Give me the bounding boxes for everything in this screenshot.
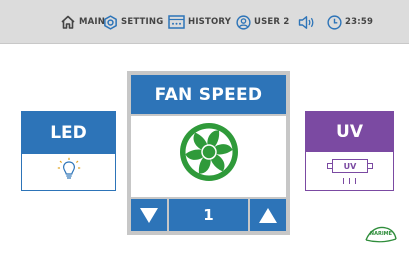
nav-history-label: HISTORY bbox=[188, 17, 232, 27]
fan-speed-level: 1 bbox=[169, 199, 248, 231]
nav-main-label: MAIN bbox=[79, 17, 106, 27]
led-tile[interactable]: LED bbox=[21, 111, 116, 191]
uv-lamp-label: UV bbox=[343, 161, 357, 171]
led-title: LED bbox=[22, 112, 115, 154]
uv-title: UV bbox=[306, 112, 393, 152]
uv-tile[interactable]: UV UV bbox=[305, 111, 394, 191]
brand-logo: NARIME bbox=[364, 225, 398, 243]
fan-icon bbox=[180, 123, 238, 181]
nav-history[interactable]: HISTORY bbox=[168, 12, 231, 32]
nav-user[interactable]: USER 2 bbox=[236, 12, 289, 32]
user-icon bbox=[236, 14, 251, 30]
fan-speed-panel: FAN SPEED 1 bbox=[127, 71, 290, 235]
arrow-down-icon bbox=[140, 207, 158, 223]
fan-body bbox=[131, 116, 286, 197]
nav-setting-label: SETTING bbox=[121, 17, 164, 27]
fan-speed-up-button[interactable] bbox=[250, 199, 286, 231]
uv-rays-icon bbox=[342, 178, 358, 184]
top-navigation-bar: MAIN SETTING HISTORY USER 2 23:59 bbox=[0, 0, 409, 44]
nav-sound[interactable] bbox=[298, 12, 316, 32]
nav-setting[interactable]: SETTING bbox=[103, 12, 163, 32]
fan-speed-title: FAN SPEED bbox=[131, 75, 286, 114]
brand-logo-text: NARIME bbox=[369, 231, 393, 237]
speaker-icon bbox=[298, 15, 314, 29]
clock-time: 23:59 bbox=[345, 17, 374, 27]
nav-main[interactable]: MAIN bbox=[60, 12, 105, 32]
clock-icon bbox=[327, 14, 342, 30]
history-icon bbox=[168, 15, 185, 29]
gear-icon bbox=[104, 14, 117, 30]
arrow-up-icon bbox=[259, 207, 277, 223]
led-body bbox=[22, 154, 115, 190]
uv-lamp-icon: UV bbox=[327, 158, 373, 174]
home-icon bbox=[61, 15, 75, 29]
nav-clock: 23:59 bbox=[327, 12, 373, 32]
light-bulb-icon bbox=[57, 157, 81, 179]
nav-user-label: USER 2 bbox=[254, 17, 290, 27]
fan-speed-down-button[interactable] bbox=[131, 199, 167, 231]
uv-body: UV bbox=[306, 152, 393, 190]
